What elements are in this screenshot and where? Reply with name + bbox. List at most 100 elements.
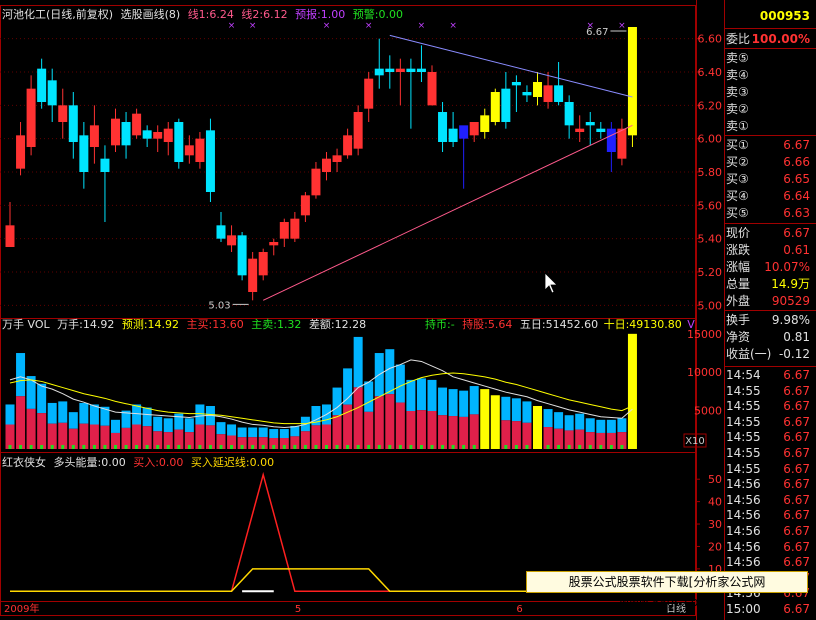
buy-row-label: 买③ xyxy=(726,172,749,186)
candle-body xyxy=(153,132,163,139)
volume-bar-foot xyxy=(514,445,518,449)
volume-bar-upper xyxy=(438,387,448,416)
candle-body xyxy=(163,128,173,142)
volume-bar-foot xyxy=(198,445,202,449)
volume-header-right: 持币:- 持股:5.64 五日:51452.60 十日:49130.80 V xyxy=(425,318,695,331)
tick-row-label: 14:56 xyxy=(726,524,761,538)
volume-bar-upper xyxy=(237,427,247,438)
volume-bar-foot xyxy=(441,445,445,449)
candle-body xyxy=(596,128,606,132)
volume-bar-foot xyxy=(525,445,529,449)
volume-bar-upper xyxy=(68,412,78,429)
tick-row-value: 6.67 xyxy=(783,477,810,492)
candle-body xyxy=(216,225,226,239)
volume-bar-upper xyxy=(269,429,279,439)
tick-row-value: 6.67 xyxy=(783,555,810,570)
volume-unit-label: X10 xyxy=(685,436,705,447)
candle-body xyxy=(522,92,532,96)
ind-buy-delay: 买入延迟线:0.00 xyxy=(190,456,275,469)
volume-bar-lower xyxy=(459,416,469,449)
volume-bar-upper xyxy=(522,401,532,423)
volume-bar-foot xyxy=(293,445,297,449)
tick-row: 14:56 6.67 xyxy=(726,523,816,540)
volume-bar-lower xyxy=(374,396,384,449)
volume-bar-foot xyxy=(419,445,423,449)
candle-body xyxy=(89,125,99,147)
volume-bar-foot xyxy=(61,445,65,449)
ind-name[interactable]: 红衣侠女 xyxy=(2,456,46,469)
line1-value: 线1:6.24 xyxy=(187,8,234,21)
sell-row: 卖③ xyxy=(726,84,816,101)
tick-row-label: 14:56 xyxy=(726,508,761,523)
vol-v-label: V xyxy=(687,318,695,331)
candle-body xyxy=(100,158,110,172)
volume-bar-lower xyxy=(511,421,521,449)
candle-body xyxy=(111,118,120,146)
volume-bar-foot xyxy=(303,445,307,449)
volume-bar-foot xyxy=(114,445,117,449)
volume-bar-upper xyxy=(416,378,426,411)
volume-bar-foot xyxy=(388,445,392,449)
candle-body xyxy=(79,135,89,172)
candle-body xyxy=(132,113,142,136)
signal-marker: × xyxy=(586,21,594,31)
price-tick-label: 5.80 xyxy=(698,166,723,179)
volume-bar-upper xyxy=(448,389,458,417)
candle-body xyxy=(237,235,247,276)
ind-energy: 多头能量:0.00 xyxy=(53,456,126,469)
volume-bar-lower xyxy=(364,411,374,449)
month-6-label: 6 xyxy=(516,604,522,615)
candle-body xyxy=(585,122,595,126)
candle-body xyxy=(58,105,68,122)
candle-body xyxy=(490,92,500,122)
candle-body xyxy=(121,122,131,146)
volume-bar-upper xyxy=(353,336,363,388)
volume-bar-upper xyxy=(26,376,36,409)
volume-bar-upper xyxy=(195,404,205,425)
stat2-row-label: 收益(一) xyxy=(726,347,772,361)
volume-bar-foot xyxy=(451,445,455,449)
volume-bar-foot xyxy=(620,445,624,449)
tick-row-value: 6.67 xyxy=(783,399,810,414)
stock-code[interactable]: 000953 xyxy=(728,9,816,27)
volume-bar-foot xyxy=(82,445,86,449)
volume-bar-foot xyxy=(251,445,255,449)
candle-body xyxy=(322,158,331,172)
volume-bar-foot xyxy=(409,445,413,449)
candle-body xyxy=(617,128,627,159)
tick-row-value: 6.67 xyxy=(783,461,810,476)
vol-sell-main: 主卖:1.32 xyxy=(251,318,302,331)
watermark-banner: 股票公式股票软件下载[分析家公式网www.88gs.com] xyxy=(526,571,808,609)
tick-row-label: 14:56 xyxy=(726,492,761,507)
volume-bar-lower xyxy=(37,413,47,449)
signal-marker: × xyxy=(449,21,457,31)
stock-name[interactable]: 河池化工(日线,前复权) xyxy=(2,8,113,21)
candle-body xyxy=(300,195,310,216)
signal-marker: × xyxy=(618,21,626,31)
volume-bar-upper xyxy=(459,390,469,417)
volume-bar-lower xyxy=(395,402,405,449)
candle-body xyxy=(533,82,542,97)
volume-bar-lower xyxy=(353,387,363,449)
indicator-tick-label: 30 xyxy=(708,518,722,531)
candle-body xyxy=(543,85,553,102)
volume-bar-foot xyxy=(398,445,402,449)
tick-row-value: 6.67 xyxy=(783,368,810,382)
stat-row: 涨幅 10.07% xyxy=(726,259,816,276)
price-tick-label: 5.20 xyxy=(698,266,723,279)
alert-value: 预警:0.00 xyxy=(352,8,403,21)
indicator-name[interactable]: 选股画线(8) xyxy=(121,8,181,21)
volume-bar-upper xyxy=(16,353,26,397)
vol-title[interactable]: 万手 VOL xyxy=(2,318,50,331)
tick-row-value: 6.67 xyxy=(783,492,810,507)
tick-row-value: 6.67 xyxy=(783,508,810,523)
stat-row: 现价 6.67 xyxy=(726,225,816,242)
volume-bar-foot xyxy=(282,445,286,449)
signal-marker: × xyxy=(418,21,426,31)
tick-row-label: 14:55 xyxy=(726,383,761,398)
stat-row: 总量 14.9万 xyxy=(726,276,816,293)
tick-row: 14:56 6.67 xyxy=(726,539,816,556)
year-label: 2009年 xyxy=(4,602,39,615)
vol-buy-main: 主买:13.60 xyxy=(186,318,244,331)
volume-bar-foot xyxy=(208,445,212,449)
